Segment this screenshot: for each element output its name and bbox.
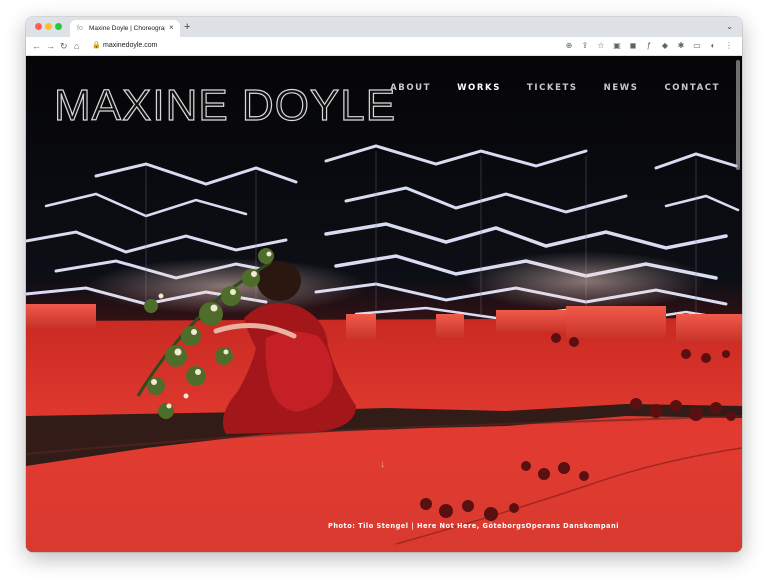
plinth <box>676 314 742 342</box>
forward-button[interactable]: → <box>46 40 55 52</box>
address-bar[interactable]: maxinedoyle.com <box>103 41 157 51</box>
lock-icon[interactable]: 🔒 <box>92 41 101 51</box>
hero-photo <box>26 56 742 552</box>
reload-button[interactable]: ↻ <box>60 40 68 52</box>
web-page: MAXINE DOYLE ABOUT WORKS TICKETS NEWS CO… <box>26 56 742 552</box>
main-nav: ABOUT WORKS TICKETS NEWS CONTACT <box>390 83 720 93</box>
browser-menu-icon[interactable]: ⋮ <box>724 40 734 52</box>
sidebar-icon[interactable]: ▭ <box>692 40 702 52</box>
back-button[interactable]: ← <box>32 40 41 52</box>
home-button[interactable]: ⌂ <box>74 40 79 52</box>
page-scrollbar[interactable] <box>736 60 740 170</box>
plinth <box>566 306 666 338</box>
extension-icon[interactable]: ▣ <box>612 40 622 52</box>
new-tab-button[interactable]: + <box>184 20 190 34</box>
puzzle-extensions-icon[interactable]: ✱ <box>676 40 686 52</box>
bookmark-star-icon[interactable]: ☆ <box>596 40 606 52</box>
plinth <box>26 304 96 328</box>
share-icon[interactable]: ⇪ <box>580 40 590 52</box>
extension-icon[interactable]: ƒ <box>644 40 654 52</box>
plinth <box>496 310 576 332</box>
close-window-button[interactable] <box>35 23 42 30</box>
site-logo[interactable]: MAXINE DOYLE <box>53 81 396 130</box>
favicon-icon: fo <box>77 25 83 32</box>
tab-title: Maxine Doyle | Choreographer <box>89 25 165 32</box>
profile-avatar-icon[interactable]: ◐ <box>708 40 718 52</box>
photo-caption: Photo: Tilo Stengel | Here Not Here, Göt… <box>328 522 619 530</box>
plinth <box>346 314 376 340</box>
zoom-icon[interactable]: ⊕ <box>564 40 574 52</box>
tab-search-icon[interactable]: ⌄ <box>726 21 733 33</box>
nav-works[interactable]: WORKS <box>457 83 501 93</box>
close-tab-icon[interactable]: × <box>169 23 174 33</box>
browser-toolbar: ← → ↻ ⌂ 🔒 maxinedoyle.com ⊕ ⇪ ☆ ▣ ◼ ƒ ◆ … <box>26 37 742 56</box>
extension-icon[interactable]: ◼ <box>628 40 638 52</box>
browser-window: fo Maxine Doyle | Choreographer × + ⌄ ← … <box>26 17 742 552</box>
plinth <box>436 314 464 338</box>
nav-about[interactable]: ABOUT <box>390 83 431 93</box>
scroll-down-icon[interactable]: ↓ <box>380 459 385 470</box>
tab-active[interactable]: fo Maxine Doyle | Choreographer × <box>70 20 180 37</box>
nav-news[interactable]: NEWS <box>604 83 639 93</box>
extension-icon[interactable]: ◆ <box>660 40 670 52</box>
maximize-window-button[interactable] <box>55 23 62 30</box>
nav-tickets[interactable]: TICKETS <box>527 83 578 93</box>
minimize-window-button[interactable] <box>45 23 52 30</box>
toolbar-icons: ⊕ ⇪ ☆ ▣ ◼ ƒ ◆ ✱ ▭ ◐ ⋮ <box>564 40 734 52</box>
tab-strip: fo Maxine Doyle | Choreographer × + ⌄ <box>26 17 742 37</box>
nav-contact[interactable]: CONTACT <box>664 83 720 93</box>
